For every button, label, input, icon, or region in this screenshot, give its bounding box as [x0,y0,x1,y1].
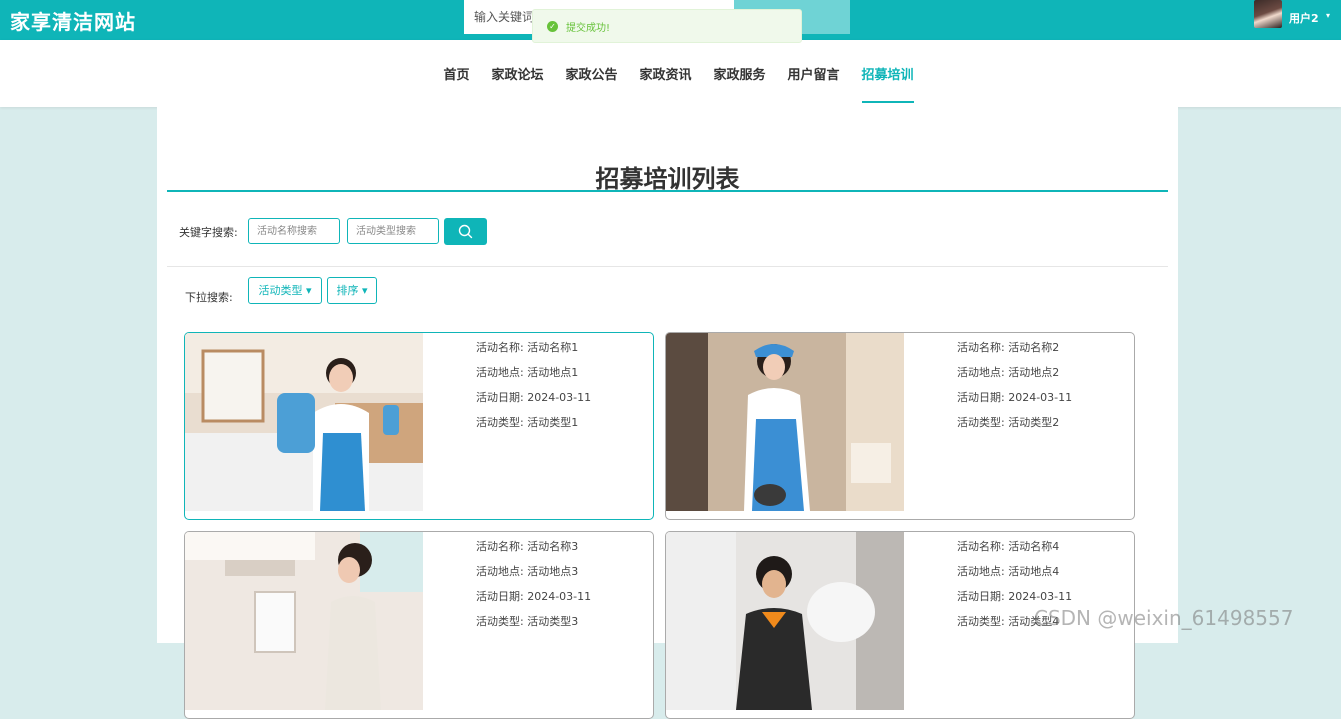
activity-image[interactable] [666,532,904,710]
check-circle-icon: ✓ [547,20,558,32]
site-title[interactable]: 家享清洁网站 [10,6,136,35]
activity-name: 活动名称4 [1008,540,1060,553]
activity-name: 活动名称2 [1008,341,1060,354]
activity-name: 活动名称3 [527,540,579,553]
activity-date: 2024-03-11 [527,391,592,404]
activity-type-label: 活动类型: [957,416,1005,429]
activity-image[interactable] [185,333,423,511]
success-toast: ✓ 提交成功! [532,9,802,43]
activity-name: 活动名称1 [527,341,579,354]
activity-type-dropdown-label: 活动类型 [258,284,303,297]
activity-info: 活动名称: 活动名称2 活动地点: 活动地点2 活动日期: 2024-03-11… [957,339,1072,439]
activity-type-search-input[interactable] [347,218,439,244]
activity-place-label: 活动地点: [476,366,524,379]
activity-type: 活动类型2 [1008,416,1060,429]
caret-down-icon[interactable]: ▾ [1326,11,1330,20]
activity-name-label: 活动名称: [957,540,1005,553]
activity-image[interactable] [666,333,904,511]
watermark: CSDN @weixin_61498557 [1034,606,1294,630]
activity-card[interactable]: 活动名称: 活动名称2 活动地点: 活动地点2 活动日期: 2024-03-11… [665,332,1135,520]
activity-card[interactable]: 活动名称: 活动名称3 活动地点: 活动地点3 活动日期: 2024-03-11… [184,531,654,719]
activity-type-label: 活动类型: [476,615,524,628]
activity-place: 活动地点3 [527,565,579,578]
activity-type-dropdown[interactable]: 活动类型 ▾ [248,277,322,304]
activity-type: 活动类型1 [527,416,579,429]
sort-dropdown-label: 排序 [336,284,359,297]
activity-place-label: 活动地点: [957,366,1005,379]
activity-name-label: 活动名称: [476,341,524,354]
activity-name-label: 活动名称: [957,341,1005,354]
activity-place: 活动地点4 [1008,565,1060,578]
nav-item-recruitment[interactable]: 招募培训 [861,40,914,107]
activity-image[interactable] [185,532,423,710]
activity-name-label: 活动名称: [476,540,524,553]
search-button[interactable] [444,218,487,245]
activity-place: 活动地点2 [1008,366,1060,379]
activity-place-label: 活动地点: [476,565,524,578]
activity-date: 2024-03-11 [1008,590,1073,603]
activity-type-label: 活动类型: [957,615,1005,628]
activity-date-label: 活动日期: [476,590,524,603]
activity-place-label: 活动地点: [957,565,1005,578]
divider [167,266,1168,267]
user-avatar[interactable] [1254,0,1282,28]
activity-date-label: 活动日期: [957,590,1005,603]
activity-info: 活动名称: 活动名称1 活动地点: 活动地点1 活动日期: 2024-03-11… [476,339,591,439]
dropdown-search-label: 下拉搜索: [185,291,233,304]
activity-date-label: 活动日期: [957,391,1005,404]
nav-item-messages[interactable]: 用户留言 [788,40,840,107]
activity-card[interactable]: 活动名称: 活动名称1 活动地点: 活动地点1 活动日期: 2024-03-11… [184,332,654,520]
nav-item-home[interactable]: 首页 [443,40,469,107]
activity-place: 活动地点1 [527,366,579,379]
activity-type-label: 活动类型: [476,416,524,429]
activity-type: 活动类型3 [527,615,579,628]
activity-name-search-input[interactable] [248,218,340,244]
user-name[interactable]: 用户2 [1289,10,1319,26]
activity-date: 2024-03-11 [527,590,592,603]
sort-dropdown[interactable]: 排序 ▾ [327,277,377,304]
nav-item-forum[interactable]: 家政论坛 [491,40,543,107]
caret-down-icon: ▾ [302,284,312,297]
toast-message: 提交成功! [566,22,611,34]
activity-info: 活动名称: 活动名称3 活动地点: 活动地点3 活动日期: 2024-03-11… [476,538,591,638]
page-title: 招募培训列表 [595,165,740,193]
nav-item-news[interactable]: 家政资讯 [639,40,691,107]
keyword-search-label: 关键字搜索: [179,226,238,239]
nav-item-notice[interactable]: 家政公告 [565,40,617,107]
activity-date-label: 活动日期: [476,391,524,404]
caret-down-icon: ▾ [358,284,368,297]
activity-date: 2024-03-11 [1008,391,1073,404]
main-nav: 首页 家政论坛 家政公告 家政资讯 家政服务 用户留言 招募培训 [0,40,1341,107]
nav-item-services[interactable]: 家政服务 [714,40,766,107]
title-underline [167,190,1168,192]
search-icon [458,224,473,239]
